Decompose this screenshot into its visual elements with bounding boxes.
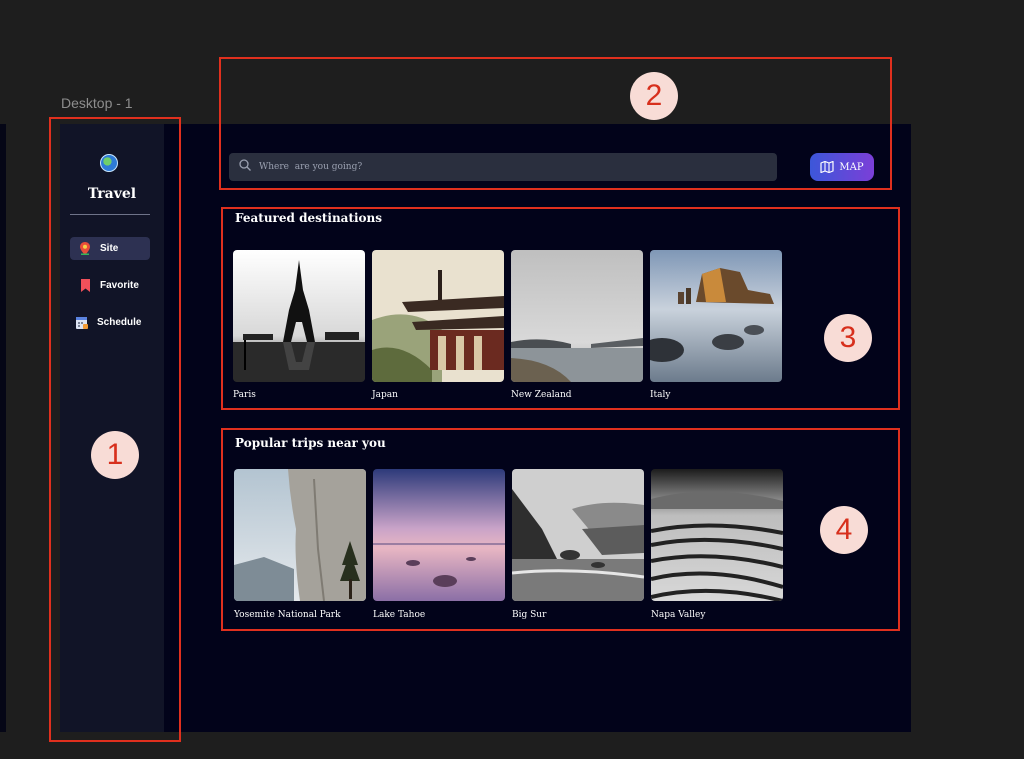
trip-caption: Napa Valley (651, 610, 706, 620)
annotation-marker-4: 4 (820, 506, 868, 554)
search-bar[interactable] (229, 153, 777, 181)
destination-card-paris[interactable] (233, 250, 365, 382)
sidebar-item-site[interactable]: Site (70, 237, 150, 260)
sidebar-item-favorite[interactable]: Favorite (70, 274, 150, 297)
sidebar-item-label: Schedule (97, 317, 142, 328)
globe-logo-icon (100, 154, 118, 172)
lake-coast-photo (511, 250, 643, 382)
adjacent-frame-edge (0, 124, 6, 732)
trip-caption: Lake Tahoe (373, 610, 426, 620)
trip-card-big-sur[interactable] (512, 469, 644, 601)
granite-cliff-photo (234, 469, 366, 601)
annotation-marker-1: 1 (91, 431, 139, 479)
sidebar-item-label: Site (100, 243, 119, 254)
sidebar: Travel Site Favorite Schedule (60, 124, 164, 732)
trip-caption: Big Sur (512, 610, 547, 620)
popular-section-title: Popular trips near you (235, 436, 386, 450)
destination-caption: Italy (650, 390, 671, 400)
trip-card-yosemite[interactable] (234, 469, 366, 601)
sidebar-item-schedule[interactable]: Schedule (70, 311, 150, 334)
map-icon (820, 161, 834, 173)
map-button[interactable]: MAP (810, 153, 874, 181)
destination-card-italy[interactable] (650, 250, 782, 382)
pin-icon (78, 242, 92, 256)
frame-label: Desktop - 1 (61, 95, 133, 111)
map-button-label: MAP (839, 161, 864, 173)
destination-caption: New Zealand (511, 390, 572, 400)
trip-card-lake-tahoe[interactable] (373, 469, 505, 601)
calendar-icon (75, 316, 89, 330)
trip-caption: Yosemite National Park (234, 610, 341, 620)
destination-caption: Japan (372, 390, 398, 400)
annotation-marker-2: 2 (630, 72, 678, 120)
sidebar-item-label: Favorite (100, 280, 139, 291)
vineyard-rows-photo (651, 469, 783, 601)
sidebar-divider (70, 214, 150, 215)
desktop-frame: Travel Site Favorite Schedule Where are … (60, 124, 911, 732)
japanese-temple-photo (372, 250, 504, 382)
search-icon (239, 158, 251, 176)
destination-caption: Paris (233, 390, 256, 400)
destination-card-new-zealand[interactable] (511, 250, 643, 382)
trip-card-napa-valley[interactable] (651, 469, 783, 601)
lake-sunset-photo (373, 469, 505, 601)
brand-title: Travel (87, 186, 137, 202)
sea-cliffs-photo (650, 250, 782, 382)
bookmark-icon (78, 279, 92, 293)
featured-section-title: Featured destinations (235, 211, 383, 225)
eiffel-tower-photo (233, 250, 365, 382)
destination-card-japan[interactable] (372, 250, 504, 382)
search-input[interactable] (257, 161, 741, 173)
coastline-photo (512, 469, 644, 601)
annotation-marker-3: 3 (824, 314, 872, 362)
